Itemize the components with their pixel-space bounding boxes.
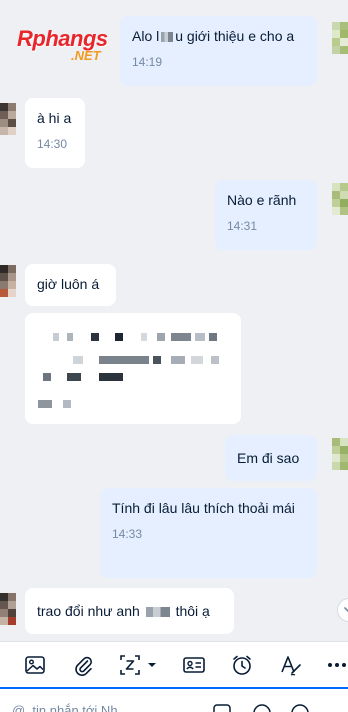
message-bubble-outgoing[interactable]: Nào e rãnh 14:31 <box>215 180 317 250</box>
message-time: 14:31 <box>227 219 258 233</box>
sticker-icon <box>213 704 231 712</box>
reminder-button[interactable] <box>229 652 255 678</box>
message-text: Em đi sao <box>237 450 300 466</box>
text-format-button[interactable] <box>278 652 304 678</box>
screenshot-button[interactable] <box>117 652 143 678</box>
attachment-button[interactable] <box>70 652 96 678</box>
message-text: Tính đi lâu lâu thích thoải mái <box>112 500 295 516</box>
message-text: Nào e rãnh <box>227 192 297 208</box>
chat-area: Rphangs .NET Alo lu giới thiệu e cho a 1… <box>0 0 348 641</box>
image-button[interactable] <box>22 652 48 678</box>
avatar-self <box>332 22 348 60</box>
attachment-icon <box>75 656 92 677</box>
chevron-down-icon <box>344 607 348 613</box>
message-bubble-outgoing[interactable]: Alo lu giới thiệu e cho a 14:19 <box>120 16 317 86</box>
screenshot-options-dropdown[interactable] <box>145 652 159 678</box>
quick-reaction-button[interactable] <box>290 703 310 712</box>
more-button[interactable] <box>326 652 348 678</box>
more-icon <box>328 663 346 667</box>
avatar-contact <box>0 103 16 141</box>
contact-card-icon <box>183 657 205 673</box>
reminder-clock-icon <box>233 655 251 675</box>
composer-toolbar <box>0 641 348 687</box>
message-text: Alo lu giới thiệu e cho a <box>132 28 295 44</box>
message-time: 14:30 <box>37 137 68 151</box>
message-bubble-incoming[interactable]: à hi a 14:30 <box>25 98 85 168</box>
emoji-button[interactable] <box>252 703 272 712</box>
contact-card-button[interactable] <box>181 652 207 678</box>
avatar-contact <box>0 593 16 631</box>
avatar-contact <box>0 265 16 303</box>
message-bubble-outgoing[interactable]: Em đi sao <box>225 435 317 481</box>
watermark-logo: Rphangs .NET <box>17 26 127 68</box>
message-time: 14:33 <box>112 527 143 541</box>
image-icon <box>25 656 45 674</box>
redacted-name <box>161 32 174 43</box>
dropdown-caret-icon <box>148 663 156 667</box>
avatar-self <box>332 438 348 476</box>
message-text: à hi a <box>37 110 72 126</box>
scroll-to-bottom-button[interactable] <box>337 598 348 622</box>
message-input-bar[interactable]: @, tin nhắn tới Nh... <box>0 687 348 712</box>
redacted-name <box>145 607 170 618</box>
avatar-self <box>332 183 348 221</box>
reaction-icon <box>291 704 309 712</box>
text-format-icon <box>281 656 301 676</box>
emoji-icon <box>253 704 271 712</box>
message-bubble-redacted[interactable] <box>25 313 241 424</box>
message-time: 14:19 <box>132 55 163 69</box>
sticker-button[interactable] <box>212 703 232 712</box>
message-text: giờ luôn á <box>37 276 100 292</box>
message-bubble-incoming[interactable]: giờ luôn á <box>25 264 116 306</box>
message-bubble-incoming[interactable]: trao đổi như anh thôi ạ <box>25 588 234 634</box>
screenshot-icon <box>120 655 140 675</box>
message-text: trao đổi như anh thôi ạ <box>37 603 210 619</box>
watermark-suffix: .NET <box>71 48 101 63</box>
message-input[interactable]: @, tin nhắn tới Nh... <box>12 703 128 712</box>
message-bubble-outgoing[interactable]: Tính đi lâu lâu thích thoải mái 14:33 <box>100 488 317 578</box>
